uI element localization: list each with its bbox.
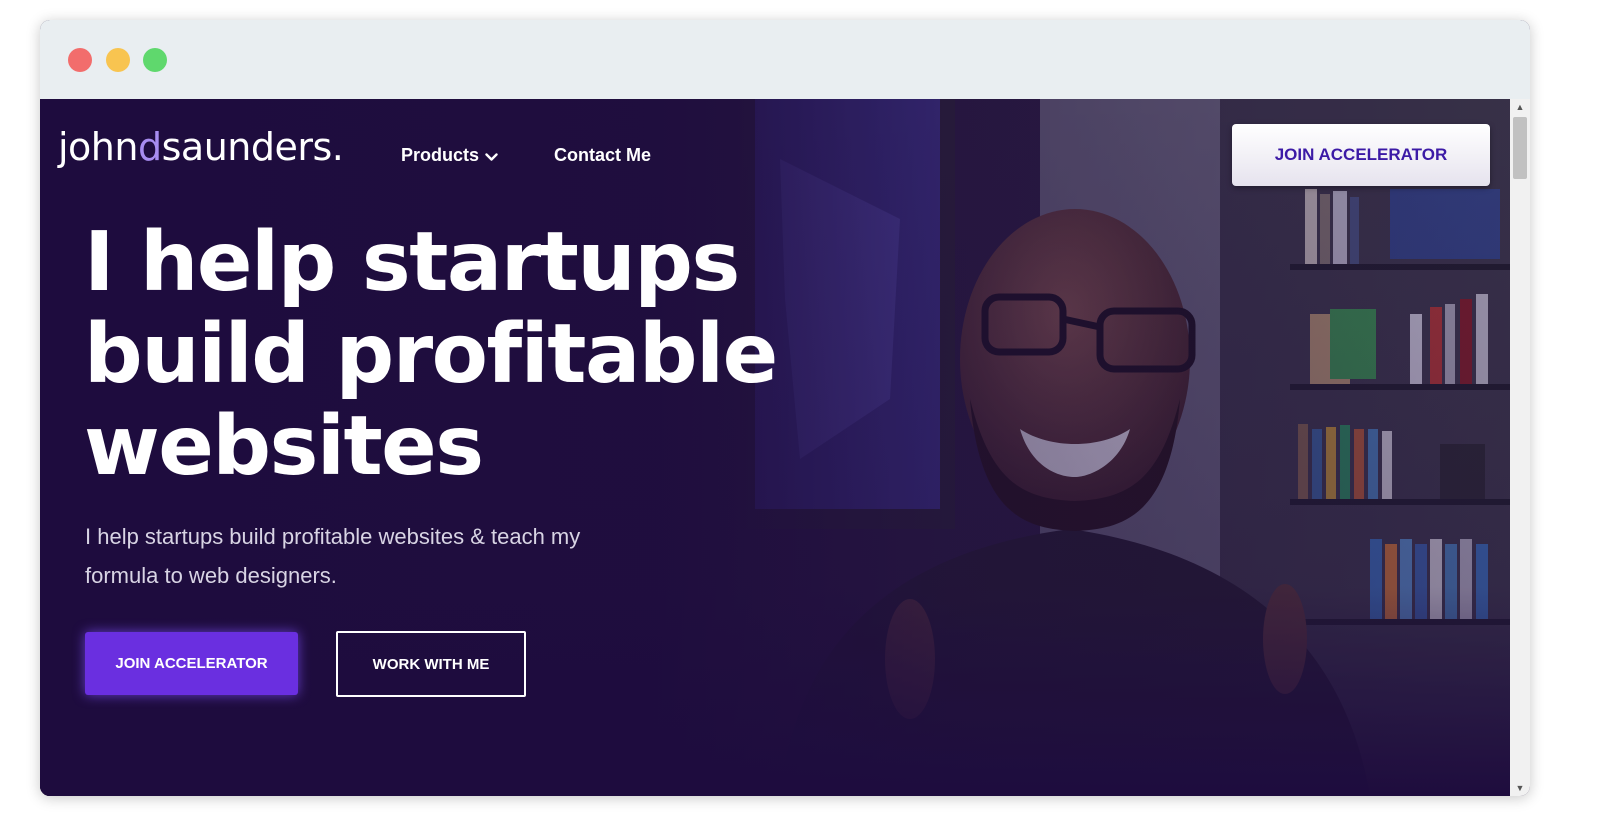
scroll-down-arrow-icon[interactable]: ▼ — [1510, 780, 1530, 796]
logo-text-john: john — [58, 125, 138, 169]
chevron-down-icon — [485, 146, 498, 167]
hero-subtitle: I help startups build profitable website… — [85, 524, 581, 588]
maximize-window-button[interactable] — [143, 48, 167, 72]
hero-headline-line-2: build profitable — [84, 307, 778, 402]
scrollbar-thumb[interactable] — [1513, 117, 1527, 179]
hero-join-accelerator-button[interactable]: JOIN ACCELERATOR — [85, 632, 298, 695]
top-navigation: johndsaunders. Products Contact Me JOIN … — [40, 99, 1510, 209]
hero-headline: I help startups build profitable website… — [84, 217, 804, 493]
logo-text-saunders: saunders. — [161, 125, 344, 169]
nav-products-label: Products — [401, 145, 480, 165]
browser-titlebar — [40, 20, 1530, 99]
hero-work-with-me-button[interactable]: WORK WITH ME — [336, 631, 526, 697]
logo-text-accent: d — [137, 125, 162, 169]
nav-products-dropdown[interactable]: Products — [401, 145, 498, 167]
nav-contact-link[interactable]: Contact Me — [554, 145, 651, 166]
close-window-button[interactable] — [68, 48, 92, 72]
minimize-window-button[interactable] — [106, 48, 130, 72]
nav-join-accelerator-button[interactable]: JOIN ACCELERATOR — [1232, 124, 1490, 186]
scroll-up-arrow-icon[interactable]: ▲ — [1510, 99, 1530, 115]
hero-headline-line-1: I help startups — [84, 215, 740, 310]
browser-window: johndsaunders. Products Contact Me JOIN … — [40, 20, 1530, 796]
vertical-scrollbar[interactable]: ▲ ▼ — [1510, 99, 1530, 796]
site-logo[interactable]: johndsaunders. — [58, 125, 344, 169]
hero-headline-line-3: websites — [84, 399, 484, 494]
page-viewport: johndsaunders. Products Contact Me JOIN … — [40, 99, 1510, 796]
